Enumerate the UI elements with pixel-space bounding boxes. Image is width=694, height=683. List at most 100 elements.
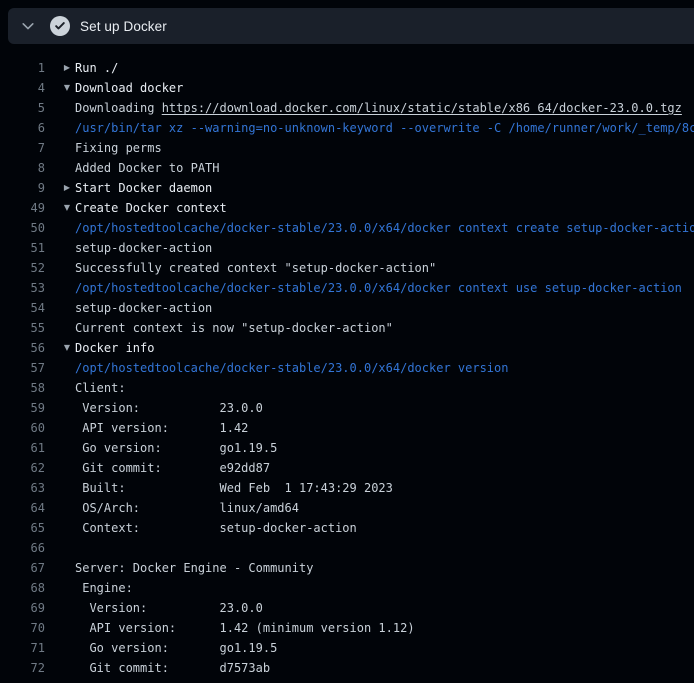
log-link[interactable]: https://download.docker.com/linux/static… — [162, 101, 682, 115]
log-line: 62 Git commit: e92dd87 — [0, 458, 694, 478]
log-text: Go version: go1.19.5 — [75, 638, 277, 658]
line-number[interactable]: 50 — [8, 218, 45, 238]
log-text: API version: 1.42 (minimum version 1.12) — [75, 618, 415, 638]
log-line: 69 Version: 23.0.0 — [0, 598, 694, 618]
triangle-down-icon[interactable]: ▼ — [45, 338, 75, 358]
line-number[interactable]: 52 — [8, 258, 45, 278]
log-line: 67 Server: Docker Engine - Community — [0, 558, 694, 578]
log-line: 8 Added Docker to PATH — [0, 158, 694, 178]
line-number[interactable]: 68 — [8, 578, 45, 598]
log-text: Engine: — [75, 578, 133, 598]
log-text: Go version: go1.19.5 — [75, 438, 277, 458]
log-text: Built: Wed Feb 1 17:43:29 2023 — [75, 478, 393, 498]
log-text: Downloading — [75, 101, 162, 115]
line-number[interactable]: 65 — [8, 518, 45, 538]
log-line: 64 OS/Arch: linux/amd64 — [0, 498, 694, 518]
log-line: 54 setup-docker-action — [0, 298, 694, 318]
line-number[interactable]: 55 — [8, 318, 45, 338]
line-number[interactable]: 54 — [8, 298, 45, 318]
log-group-title[interactable]: Create Docker context — [75, 198, 227, 218]
log-line: 50/opt/hostedtoolcache/docker-stable/23.… — [0, 218, 694, 238]
check-circle-icon — [50, 16, 70, 36]
log-line: 70 API version: 1.42 (minimum version 1.… — [0, 618, 694, 638]
line-number[interactable]: 51 — [8, 238, 45, 258]
chevron-down-icon[interactable] — [20, 18, 36, 34]
log-line: 57/opt/hostedtoolcache/docker-stable/23.… — [0, 358, 694, 378]
log-line: 68 Engine: — [0, 578, 694, 598]
log-text: Downloading https://download.docker.com/… — [75, 98, 682, 118]
log-text: setup-docker-action — [75, 238, 212, 258]
line-number[interactable]: 64 — [8, 498, 45, 518]
line-number[interactable]: 60 — [8, 418, 45, 438]
log-text: Git commit: d7573ab — [75, 658, 270, 678]
log-text: Server: Docker Engine - Community — [75, 558, 313, 578]
log-line: 7 Fixing perms — [0, 138, 694, 158]
log-group-line[interactable]: 49▼Create Docker context — [0, 198, 694, 218]
log-line: 66 — [0, 538, 694, 558]
line-number[interactable]: 4 — [8, 78, 45, 98]
line-number[interactable]: 71 — [8, 638, 45, 658]
log-text: setup-docker-action — [75, 298, 212, 318]
triangle-right-icon[interactable]: ▶ — [45, 178, 75, 198]
log-line: 60 API version: 1.42 — [0, 418, 694, 438]
log-command-text: /opt/hostedtoolcache/docker-stable/23.0.… — [75, 358, 508, 378]
line-number[interactable]: 69 — [8, 598, 45, 618]
log-text: API version: 1.42 — [75, 418, 248, 438]
line-number[interactable]: 67 — [8, 558, 45, 578]
log-group-title[interactable]: Download docker — [75, 78, 183, 98]
line-number[interactable]: 72 — [8, 658, 45, 678]
line-number[interactable]: 53 — [8, 278, 45, 298]
step-header[interactable]: Set up Docker — [8, 8, 694, 44]
triangle-right-icon[interactable]: ▶ — [45, 58, 75, 78]
log-lines: 1▶Run ./4▼Download docker5Downloading ht… — [0, 44, 694, 683]
line-number[interactable]: 5 — [8, 98, 45, 118]
log-line: 65 Context: setup-docker-action — [0, 518, 694, 538]
log-line: 72 Git commit: d7573ab — [0, 658, 694, 678]
log-text: Version: 23.0.0 — [75, 398, 263, 418]
log-command-text: /usr/bin/tar xz --warning=no-unknown-key… — [75, 118, 694, 138]
line-number[interactable]: 8 — [8, 158, 45, 178]
log-group-line[interactable]: 1▶Run ./ — [0, 58, 694, 78]
line-number[interactable]: 57 — [8, 358, 45, 378]
log-text: Version: 23.0.0 — [75, 598, 263, 618]
step-title: Set up Docker — [80, 19, 167, 34]
log-text: Current context is now "setup-docker-act… — [75, 318, 393, 338]
line-number[interactable]: 49 — [8, 198, 45, 218]
log-text: OS/Arch: linux/amd64 — [75, 498, 299, 518]
line-number[interactable]: 70 — [8, 618, 45, 638]
log-command-text: /opt/hostedtoolcache/docker-stable/23.0.… — [75, 278, 682, 298]
triangle-down-icon[interactable]: ▼ — [45, 198, 75, 218]
log-command-text: /opt/hostedtoolcache/docker-stable/23.0.… — [75, 218, 694, 238]
log-text: Context: setup-docker-action — [75, 518, 357, 538]
log-group-title[interactable]: Docker info — [75, 338, 154, 358]
line-number[interactable]: 58 — [8, 378, 45, 398]
log-group-title[interactable]: Run ./ — [75, 58, 118, 78]
log-group-line[interactable]: 4▼Download docker — [0, 78, 694, 98]
log-text: Git commit: e92dd87 — [75, 458, 270, 478]
line-number[interactable]: 1 — [8, 58, 45, 78]
log-group-line[interactable]: 9▶Start Docker daemon — [0, 178, 694, 198]
log-line: 61 Go version: go1.19.5 — [0, 438, 694, 458]
log-line: 6/usr/bin/tar xz --warning=no-unknown-ke… — [0, 118, 694, 138]
log-text: Fixing perms — [75, 138, 162, 158]
log-line: 58 Client: — [0, 378, 694, 398]
line-number[interactable]: 66 — [8, 538, 45, 558]
log-line: 63 Built: Wed Feb 1 17:43:29 2023 — [0, 478, 694, 498]
log-group-line[interactable]: 56▼Docker info — [0, 338, 694, 358]
log-line: 52Successfully created context "setup-do… — [0, 258, 694, 278]
line-number[interactable]: 6 — [8, 118, 45, 138]
log-line: 59 Version: 23.0.0 — [0, 398, 694, 418]
log-text: Client: — [75, 378, 126, 398]
log-group-title[interactable]: Start Docker daemon — [75, 178, 212, 198]
line-number[interactable]: 61 — [8, 438, 45, 458]
triangle-down-icon[interactable]: ▼ — [45, 78, 75, 98]
line-number[interactable]: 7 — [8, 138, 45, 158]
log-line: 71 Go version: go1.19.5 — [0, 638, 694, 658]
log-text: Added Docker to PATH — [75, 158, 220, 178]
line-number[interactable]: 56 — [8, 338, 45, 358]
line-number[interactable]: 59 — [8, 398, 45, 418]
log-line: 5 Downloading https://download.docker.com… — [0, 98, 694, 118]
line-number[interactable]: 63 — [8, 478, 45, 498]
line-number[interactable]: 9 — [8, 178, 45, 198]
line-number[interactable]: 62 — [8, 458, 45, 478]
